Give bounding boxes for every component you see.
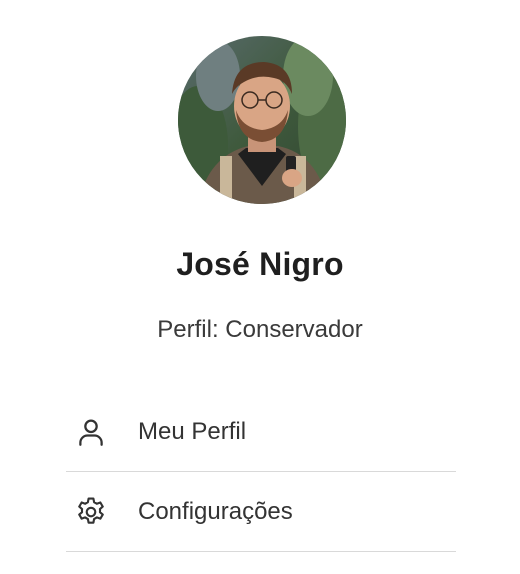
gear-icon xyxy=(66,492,114,532)
profile-menu: Meu Perfil Configurações xyxy=(66,392,456,552)
menu-item-label: Meu Perfil xyxy=(138,417,247,445)
user-name: José Nigro xyxy=(176,246,344,282)
menu-item-my-profile[interactable]: Meu Perfil xyxy=(66,392,456,472)
investor-profile-label: Perfil: Conservador xyxy=(157,316,363,343)
avatar-photo xyxy=(178,36,346,204)
menu-item-label: Configurações xyxy=(138,497,293,525)
menu-item-settings[interactable]: Configurações xyxy=(66,472,456,552)
user-icon xyxy=(66,412,114,452)
profile-menu-panel: José Nigro Perfil: Conservador Meu Perfi… xyxy=(0,0,520,574)
avatar[interactable] xyxy=(178,36,346,204)
